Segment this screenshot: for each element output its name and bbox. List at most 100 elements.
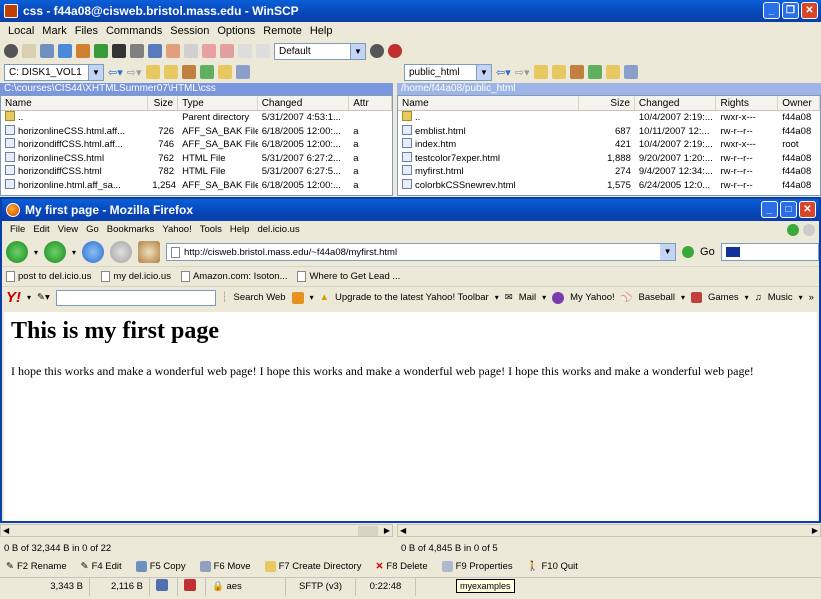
bookmark-item[interactable]: my del.icio.us	[101, 271, 171, 282]
menu-view[interactable]: View	[54, 224, 82, 235]
menu-file[interactable]: File	[6, 224, 29, 235]
table-row[interactable]: .. Parent directory 5/31/2007 4:53:1...	[1, 111, 392, 125]
menu-options[interactable]: Options	[213, 25, 259, 37]
menu-help[interactable]: Help	[226, 224, 254, 235]
tree-icon[interactable]	[235, 65, 250, 79]
bookmark-item[interactable]: post to del.icio.us	[6, 271, 91, 282]
plus-icon[interactable]	[291, 291, 304, 304]
select-icon[interactable]	[238, 44, 252, 58]
close-button[interactable]: ✕	[799, 201, 816, 218]
games-button[interactable]: Games	[708, 292, 739, 303]
root-dir-icon[interactable]	[163, 65, 178, 79]
pencil-icon[interactable]: ✎▾	[37, 292, 50, 303]
home-icon[interactable]	[138, 241, 161, 263]
console-icon[interactable]	[112, 44, 126, 58]
search-engine-icon[interactable]	[725, 247, 740, 257]
url-bar[interactable]: http://cisweb.bristol.mass.edu/~f44a08/m…	[166, 243, 677, 261]
go-button[interactable]: Go	[700, 246, 715, 258]
col-name[interactable]: Name	[398, 96, 580, 110]
remote-file-panel[interactable]: Name Size Changed Rights Owner .. 10/4/20…	[397, 95, 821, 196]
forward-arrow-icon[interactable]	[44, 241, 67, 263]
forward-arrow-icon[interactable]: ⇨▾	[127, 66, 142, 79]
table-row[interactable]: horizonlineCSS.html.aff... 726 AFF_SA_BAK …	[1, 124, 392, 138]
create-directory-button[interactable]: F7 Create Directory	[264, 560, 361, 572]
col-name[interactable]: Name	[1, 96, 149, 110]
quit-button[interactable]: 🚶 F10 Quit	[527, 561, 578, 572]
minus-icon[interactable]	[184, 44, 198, 58]
go-icon[interactable]	[682, 246, 695, 258]
local-drive-select[interactable]: C: DISK1_VOL1 ▼	[4, 63, 104, 81]
transfer-icon[interactable]	[148, 44, 162, 58]
home-icon[interactable]	[181, 65, 196, 79]
filter-icon[interactable]	[202, 44, 216, 58]
menu-mark[interactable]: Mark	[38, 25, 70, 37]
menu-commands[interactable]: Commands	[102, 25, 166, 37]
menu-go[interactable]: Go	[82, 224, 103, 235]
menu-edit[interactable]: Edit	[29, 224, 53, 235]
chevron-down-icon[interactable]: ▼	[660, 244, 676, 260]
table-row[interactable]: testcolor7exper.html 1,888 9/20/2007 1:20:…	[398, 151, 820, 165]
col-type[interactable]: Type	[178, 96, 258, 110]
table-row[interactable]: .. 10/4/2007 2:19:... rwxr-x--- f44a08	[398, 111, 820, 125]
unselect-icon[interactable]	[256, 44, 270, 58]
synchronize-icon[interactable]	[58, 44, 72, 58]
col-owner[interactable]: Owner	[778, 96, 820, 110]
refresh-icon[interactable]	[587, 65, 602, 79]
sort-icon[interactable]	[220, 44, 234, 58]
maximize-button[interactable]: □	[780, 201, 797, 218]
local-horizontal-scrollbar[interactable]: ◀ ▶	[0, 524, 393, 537]
table-row[interactable]: index.htm 421 10/4/2007 2:19:... rwxr-x--- r…	[398, 138, 820, 152]
delete-button[interactable]: ✕ F8 Delete	[375, 561, 427, 572]
yahoo-logo[interactable]: Y!	[6, 289, 21, 306]
col-rights[interactable]: Rights	[716, 96, 779, 110]
upgrade-toolbar-link[interactable]: Upgrade to the latest Yahoo! Toolbar	[335, 292, 489, 303]
local-file-panel[interactable]: Name Size Type Changed Attr .. Parent dir…	[0, 95, 393, 196]
stop-icon[interactable]	[110, 241, 133, 263]
my-yahoo-button[interactable]: My Yahoo!	[570, 292, 615, 303]
col-attr[interactable]: Attr	[349, 96, 392, 110]
tree-icon[interactable]	[623, 65, 638, 79]
maximize-button[interactable]: ❐	[782, 2, 799, 19]
search-box[interactable]	[720, 243, 819, 261]
copy-button[interactable]: F5 Copy	[135, 560, 186, 572]
remote-dir-select[interactable]: public_html ▼	[404, 63, 492, 81]
preferences-icon[interactable]	[22, 44, 36, 58]
remote-horizontal-scrollbar[interactable]: ◀ ▶	[397, 524, 821, 537]
menu-local[interactable]: Local	[4, 25, 38, 37]
col-size[interactable]: Size	[579, 96, 635, 110]
putty-icon[interactable]	[130, 44, 144, 58]
back-arrow-icon[interactable]	[6, 241, 28, 263]
menu-files[interactable]: Files	[71, 25, 102, 37]
chevron-right-icon[interactable]: ▶	[384, 526, 390, 535]
table-row[interactable]: horizondiffCSS.html 782 HTML File 5/31/2007…	[1, 165, 392, 179]
baseball-button[interactable]: Baseball	[639, 292, 675, 303]
menu-remote[interactable]: Remote	[259, 25, 306, 37]
yahoo-search-button[interactable]: Search Web	[233, 292, 285, 303]
move-button[interactable]: F6 Move	[199, 560, 251, 572]
back-arrow-icon[interactable]: ⇦▾	[108, 66, 123, 79]
compare-icon[interactable]	[76, 44, 90, 58]
folder-icon[interactable]	[605, 65, 620, 79]
bookmark-item[interactable]: Where to Get Lead ...	[297, 271, 400, 282]
music-button[interactable]: Music	[768, 292, 793, 303]
close-button[interactable]: ✕	[801, 2, 818, 19]
minimize-button[interactable]: _	[763, 2, 780, 19]
refresh-icon[interactable]	[94, 44, 108, 58]
mail-button[interactable]: Mail	[519, 292, 536, 303]
queue-icon[interactable]	[40, 44, 54, 58]
bookmark-item[interactable]: Amazon.com: Isoton...	[180, 271, 287, 282]
parent-dir-icon[interactable]	[533, 65, 548, 79]
settings-icon[interactable]	[370, 44, 384, 58]
table-row[interactable]: emblist.html 687 10/11/2007 12:... rw-r--r-…	[398, 124, 820, 138]
parent-dir-icon[interactable]	[145, 65, 160, 79]
chevron-left-icon[interactable]: ◀	[400, 526, 406, 535]
minimize-button[interactable]: _	[761, 201, 778, 218]
yahoo-search-input[interactable]	[55, 289, 216, 306]
plus-icon[interactable]	[166, 44, 180, 58]
table-row[interactable]: colorbkCSSnewrev.html 1,575 6/24/2005 12:0…	[398, 178, 820, 192]
transfer-profile-select[interactable]: Default ▼	[274, 42, 366, 60]
menu-bookmarks[interactable]: Bookmarks	[103, 224, 159, 235]
folder-icon[interactable]	[217, 65, 232, 79]
menu-help[interactable]: Help	[306, 25, 337, 37]
edit-button[interactable]: ✎ F4 Edit	[81, 561, 122, 572]
